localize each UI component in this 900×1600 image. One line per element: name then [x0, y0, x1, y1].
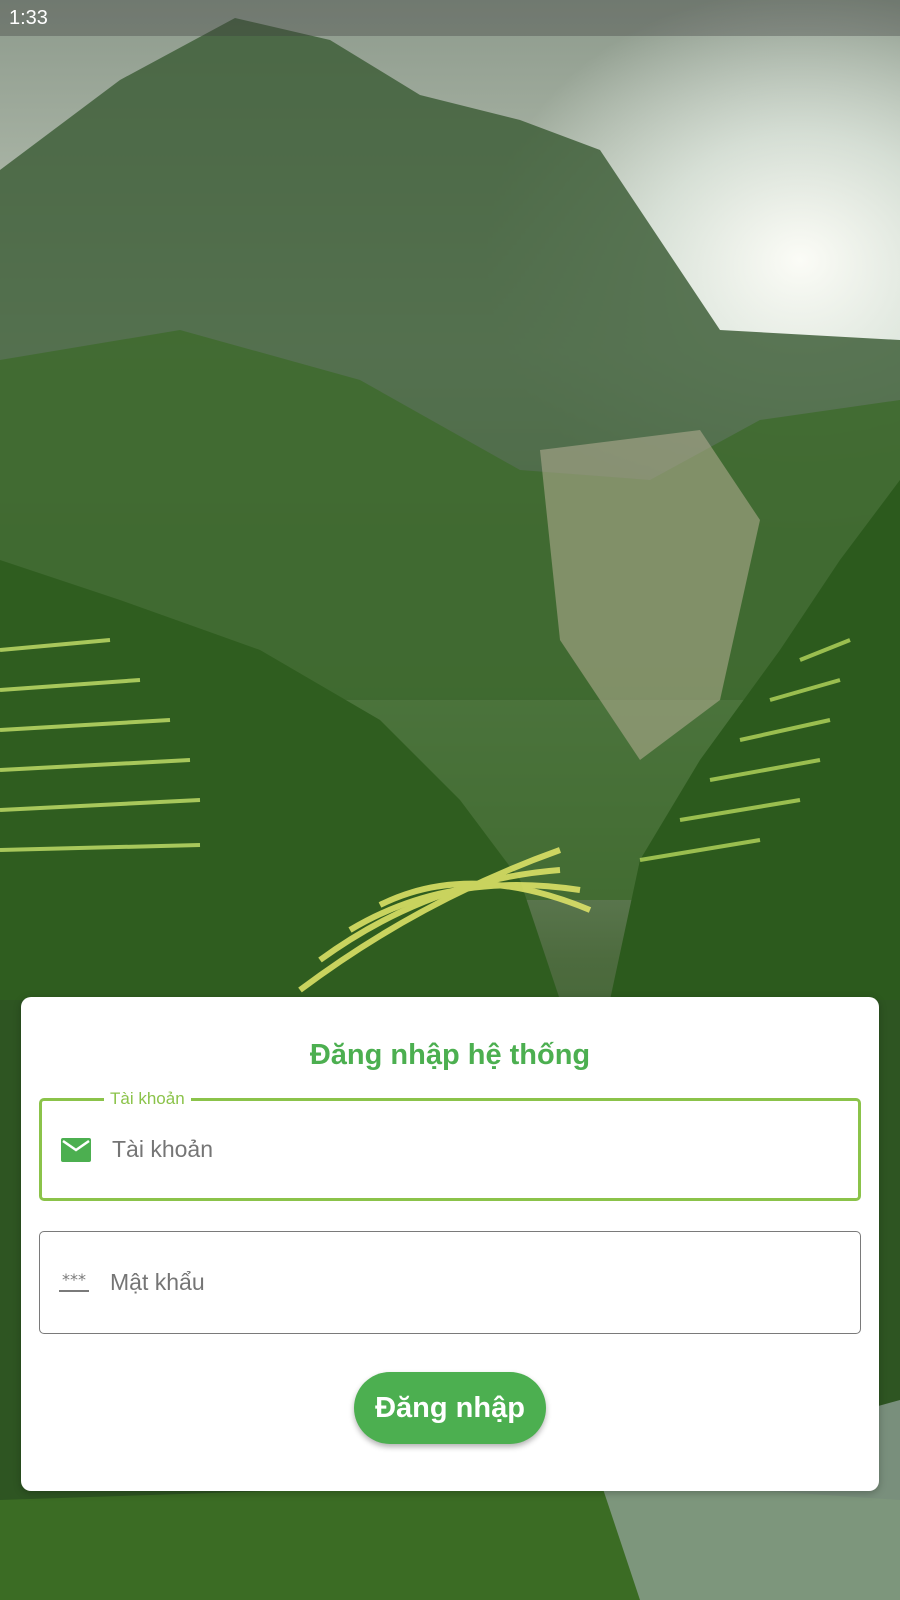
login-title: Đăng nhập hệ thống [309, 1039, 591, 1071]
login-card: Đăng nhập hệ thống Tài khoản *** Đăng nh… [21, 997, 879, 1491]
status-bar: 1:33 [0, 0, 900, 36]
mail-icon [59, 1135, 93, 1165]
login-button[interactable]: Đăng nhập [354, 1372, 546, 1444]
password-input[interactable] [110, 1232, 844, 1333]
status-time: 1:33 [9, 7, 48, 29]
password-field[interactable]: *** [39, 1231, 861, 1334]
svg-text:***: *** [62, 1271, 86, 1289]
password-icon: *** [57, 1268, 91, 1298]
username-field[interactable]: Tài khoản [39, 1088, 861, 1201]
login-screen: 1:33 Đăng nhập hệ thống Tài khoản *** [0, 0, 900, 1600]
username-input[interactable] [112, 1101, 842, 1198]
